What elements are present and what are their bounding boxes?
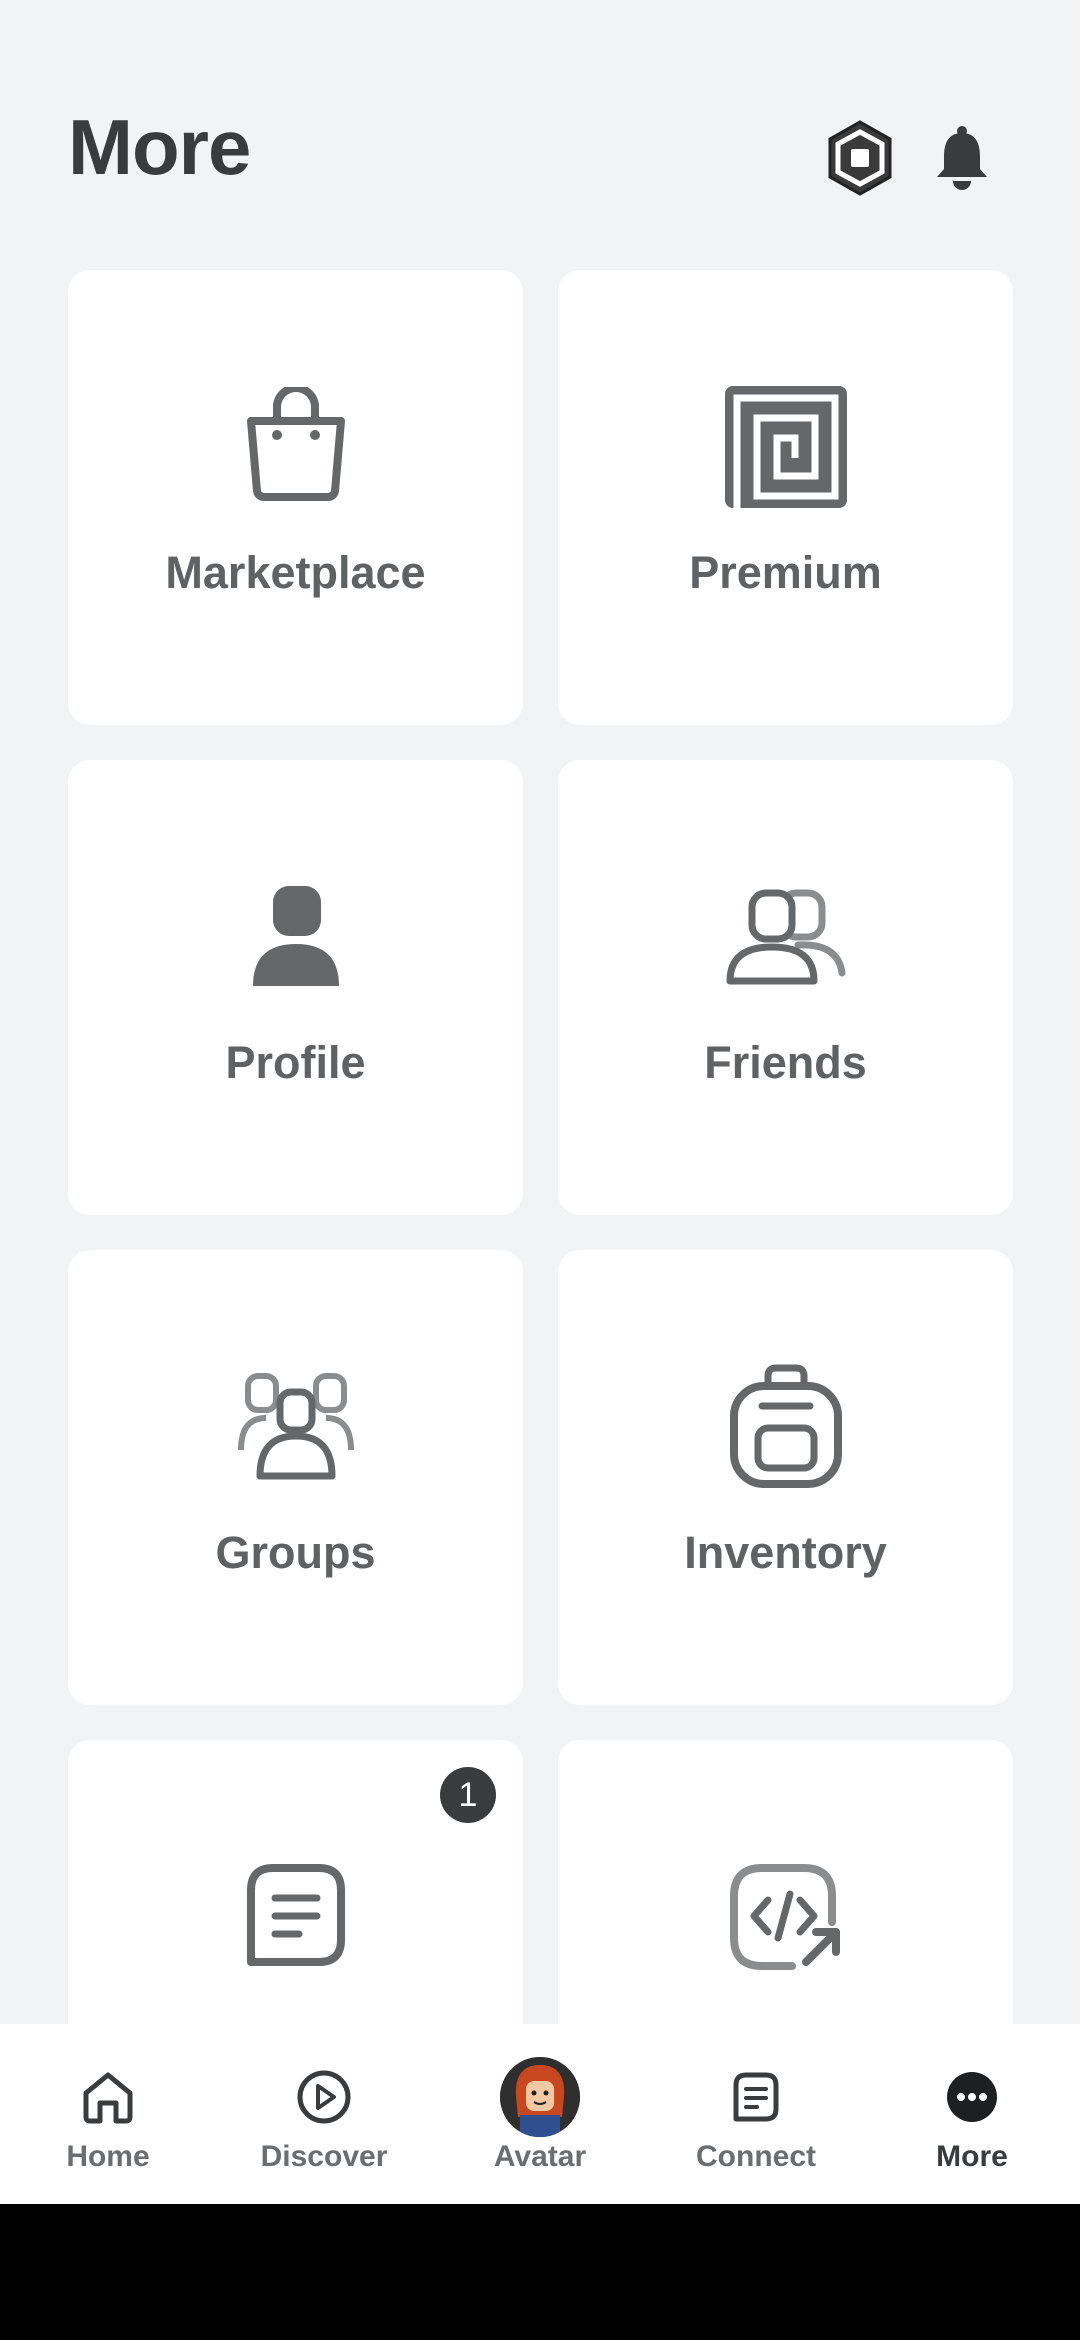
chat-icon bbox=[733, 2072, 779, 2122]
developer-code-icon bbox=[729, 1864, 840, 1970]
more-menu-grid: Marketplace Premium Profile Friends Grou… bbox=[68, 270, 1013, 2024]
nav-label: Connect bbox=[696, 2140, 816, 2173]
tile-developer[interactable] bbox=[558, 1740, 1013, 2024]
premium-icon bbox=[724, 386, 847, 508]
tile-label: Marketplace bbox=[165, 547, 426, 598]
nav-home[interactable]: Home bbox=[0, 2024, 216, 2204]
more-icon bbox=[947, 2072, 997, 2122]
nav-more[interactable]: More bbox=[864, 2024, 1080, 2204]
shopping-bag-icon bbox=[246, 387, 345, 501]
tile-friends[interactable]: Friends bbox=[558, 760, 1013, 1215]
message-icon bbox=[246, 1864, 345, 1966]
tile-label: Profile bbox=[225, 1037, 366, 1088]
backpack-icon bbox=[729, 1364, 842, 1488]
tile-marketplace[interactable]: Marketplace bbox=[68, 270, 523, 725]
groups-icon bbox=[237, 1373, 354, 1480]
profile-icon bbox=[252, 886, 339, 986]
avatar-icon bbox=[500, 2057, 580, 2137]
home-icon bbox=[83, 2072, 133, 2124]
nav-label: More bbox=[936, 2140, 1008, 2173]
bell-icon bbox=[937, 126, 987, 190]
system-navigation-bar bbox=[0, 2204, 1080, 2340]
header: More bbox=[0, 0, 1080, 240]
tile-label: Groups bbox=[215, 1527, 376, 1578]
nav-connect[interactable]: Connect bbox=[648, 2024, 864, 2204]
nav-discover[interactable]: Discover bbox=[216, 2024, 432, 2204]
avatar bbox=[500, 2057, 580, 2137]
nav-label: Home bbox=[66, 2140, 150, 2173]
tile-premium[interactable]: Premium bbox=[558, 270, 1013, 725]
tile-groups[interactable]: Groups bbox=[68, 1250, 523, 1705]
notification-badge: 1 bbox=[440, 1767, 496, 1823]
nav-avatar[interactable]: Avatar bbox=[432, 2024, 648, 2204]
notifications-button[interactable] bbox=[922, 118, 1002, 198]
tile-label: Inventory bbox=[684, 1527, 887, 1578]
tile-inventory[interactable]: Inventory bbox=[558, 1250, 1013, 1705]
robux-icon bbox=[828, 120, 892, 196]
friends-icon bbox=[726, 889, 845, 985]
bottom-nav: Home Discover Avatar Connect More bbox=[0, 2024, 1080, 2204]
nav-label: Discover bbox=[260, 2140, 388, 2173]
page-title: More bbox=[68, 103, 251, 191]
tile-label: Friends bbox=[704, 1037, 867, 1088]
tile-messages[interactable]: 1 bbox=[68, 1740, 523, 2024]
robux-button[interactable] bbox=[820, 118, 900, 198]
tile-profile[interactable]: Profile bbox=[68, 760, 523, 1215]
tile-label: Premium bbox=[689, 547, 882, 598]
play-circle-icon bbox=[297, 2070, 351, 2124]
nav-label: Avatar bbox=[493, 2140, 587, 2173]
